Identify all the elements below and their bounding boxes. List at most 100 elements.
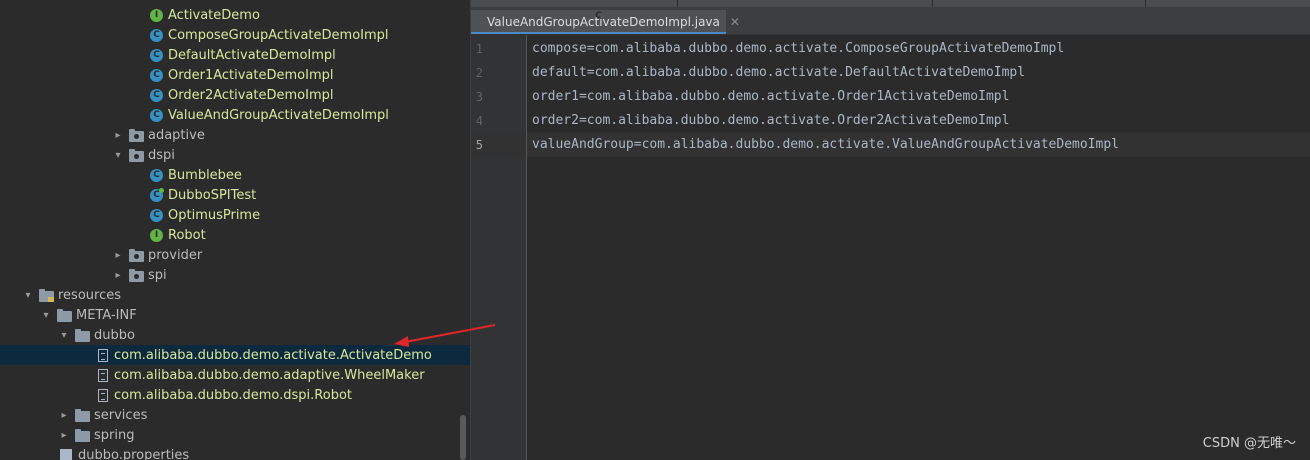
project-tree: ActivateDemo ComposeGroupActivateDemoImp… [0,0,470,460]
tree-item-meta-inf[interactable]: ▾ META-INF [0,305,470,325]
class-icon [150,108,163,122]
line-number-gutter: 1 2 3 4 5 [471,35,527,460]
gutter-row: 2 [471,61,526,85]
tree-item-dubbo[interactable]: ▾ dubbo [0,325,470,345]
tree-item-label: com.alibaba.dubbo.demo.activate.Activate… [114,347,432,363]
tree-item-label: Robot [168,227,206,243]
tree-item-label: ActivateDemo [168,7,260,23]
code-line-text: order2=com.alibaba.dubbo.demo.activate.O… [532,113,1010,128]
tree-item-spi[interactable]: ▸ spi [0,265,470,285]
editor-tab-hidden[interactable] [1146,0,1310,7]
active-tab-indicator [471,32,726,34]
tree-item-optimusprime[interactable]: OptimusPrime [0,205,470,225]
class-icon [150,28,163,42]
interface-icon [150,8,163,22]
tree-item-dspi[interactable]: ▾ dspi [0,145,470,165]
tree-item-label: Bumblebee [168,167,242,183]
code-line-text: valueAndGroup=com.alibaba.dubbo.demo.act… [532,137,1119,152]
chevron-right-icon[interactable]: ▸ [57,430,71,441]
tree-item-label: spring [94,427,135,443]
tree-item-services[interactable]: ▸ services [0,405,470,425]
tree-item-label: dubbo.properties [78,447,190,460]
tree-item-label: OptimusPrime [168,207,261,223]
tree-item-label: META-INF [76,307,137,323]
tree-item-dubbospitest[interactable]: DubboSPITest [0,185,470,205]
tree-item-label: ComposeGroupActivateDemoImpl [168,27,389,43]
tree-item-dubbo-properties[interactable]: dubbo.properties [0,445,470,460]
tree-item-label: DefaultActivateDemoImpl [168,47,336,63]
line-number: 4 [475,114,483,128]
code-line[interactable]: default=com.alibaba.dubbo.demo.activate.… [527,61,1310,85]
tree-item-provider[interactable]: ▸ provider [0,245,470,265]
line-number: 2 [475,66,483,80]
package-folder-icon [129,128,144,142]
editor-tab-active[interactable]: ValueAndGroupActivateDemoImpl.java ✕ [471,10,740,34]
class-icon [150,48,163,62]
gutter-row: 3 [471,85,526,109]
chevron-right-icon[interactable]: ▸ [111,270,125,281]
resources-folder-icon [39,288,54,302]
package-folder-icon [129,148,144,162]
chevron-down-icon[interactable]: ▾ [21,290,35,301]
editor-tab-hidden[interactable] [933,0,1145,7]
tree-item-order1activatedemoimpl[interactable]: Order1ActivateDemoImpl [0,65,470,85]
tree-item-wheelmaker-file[interactable]: com.alibaba.dubbo.demo.adaptive.WheelMak… [0,365,470,385]
tree-item-spring[interactable]: ▸ spring [0,425,470,445]
tree-item-label: Order2ActivateDemoImpl [168,87,334,103]
tree-item-resources[interactable]: ▾ resources [0,285,470,305]
code-line[interactable]: order1=com.alibaba.dubbo.demo.activate.O… [527,85,1310,109]
editor-tab-hidden[interactable] [471,0,677,7]
text-file-icon [98,348,108,362]
close-icon[interactable]: ✕ [730,15,740,29]
editor-tab-bar: ValueAndGroupActivateDemoImpl.java ✕ [471,0,1310,35]
class-icon [150,168,163,182]
tree-item-valueandgroupactivatedemoimpl[interactable]: ValueAndGroupActivateDemoImpl [0,105,470,125]
properties-file-icon [60,448,72,460]
package-folder-icon [129,268,144,282]
editor-tab-hidden[interactable] [678,0,932,7]
tree-item-label: adaptive [148,127,205,143]
test-class-icon [150,187,164,202]
tree-item-robot[interactable]: Robot [0,225,470,245]
chevron-right-icon[interactable]: ▸ [111,130,125,141]
tree-item-label: DubboSPITest [168,187,257,203]
chevron-down-icon[interactable]: ▾ [57,330,71,341]
package-folder-icon [129,248,144,262]
chevron-right-icon[interactable]: ▸ [111,250,125,261]
tree-item-label: dubbo [94,327,135,343]
tree-item-label: provider [148,247,203,263]
code-line[interactable]: order2=com.alibaba.dubbo.demo.activate.O… [527,109,1310,133]
chevron-right-icon[interactable]: ▸ [57,410,71,421]
tree-item-composegroupactivatedemoimpl[interactable]: ComposeGroupActivateDemoImpl [0,25,470,45]
tree-item-activatedemo-file[interactable]: com.alibaba.dubbo.demo.activate.Activate… [0,345,470,365]
text-file-icon [98,388,108,402]
tree-item-label: ValueAndGroupActivateDemoImpl [168,107,389,123]
tree-item-order2activatedemoimpl[interactable]: Order2ActivateDemoImpl [0,85,470,105]
code-line-current[interactable]: valueAndGroup=com.alibaba.dubbo.demo.act… [527,133,1310,157]
tree-scrollbar[interactable] [460,415,466,460]
code-editor[interactable]: compose=com.alibaba.dubbo.demo.activate.… [527,35,1310,460]
gutter-row-current: 5 [471,133,526,157]
chevron-down-icon[interactable]: ▾ [39,310,53,321]
tree-item-label: resources [58,287,122,303]
interface-icon [150,228,163,242]
code-line-text: compose=com.alibaba.dubbo.demo.activate.… [532,41,1065,56]
chevron-down-icon[interactable]: ▾ [111,150,125,161]
folder-icon [75,428,90,442]
tree-item-label: dspi [148,147,175,163]
tree-item-label: com.alibaba.dubbo.demo.adaptive.WheelMak… [114,367,425,383]
tree-item-adaptive[interactable]: ▸ adaptive [0,125,470,145]
folder-icon [75,328,90,342]
line-number: 5 [475,138,483,152]
tree-item-label: com.alibaba.dubbo.demo.dspi.Robot [114,387,353,403]
text-file-icon [98,368,108,382]
code-line-text: default=com.alibaba.dubbo.demo.activate.… [532,65,1026,80]
watermark: CSDN @无唯～ [1202,436,1296,451]
folder-icon [57,308,72,322]
tree-item-activatedemo[interactable]: ActivateDemo [0,5,470,25]
class-icon [150,208,163,222]
tree-item-defaultactivatedemoimpl[interactable]: DefaultActivateDemoImpl [0,45,470,65]
code-line[interactable]: compose=com.alibaba.dubbo.demo.activate.… [527,37,1310,61]
tree-item-bumblebee[interactable]: Bumblebee [0,165,470,185]
tree-item-robot-file[interactable]: com.alibaba.dubbo.demo.dspi.Robot [0,385,470,405]
